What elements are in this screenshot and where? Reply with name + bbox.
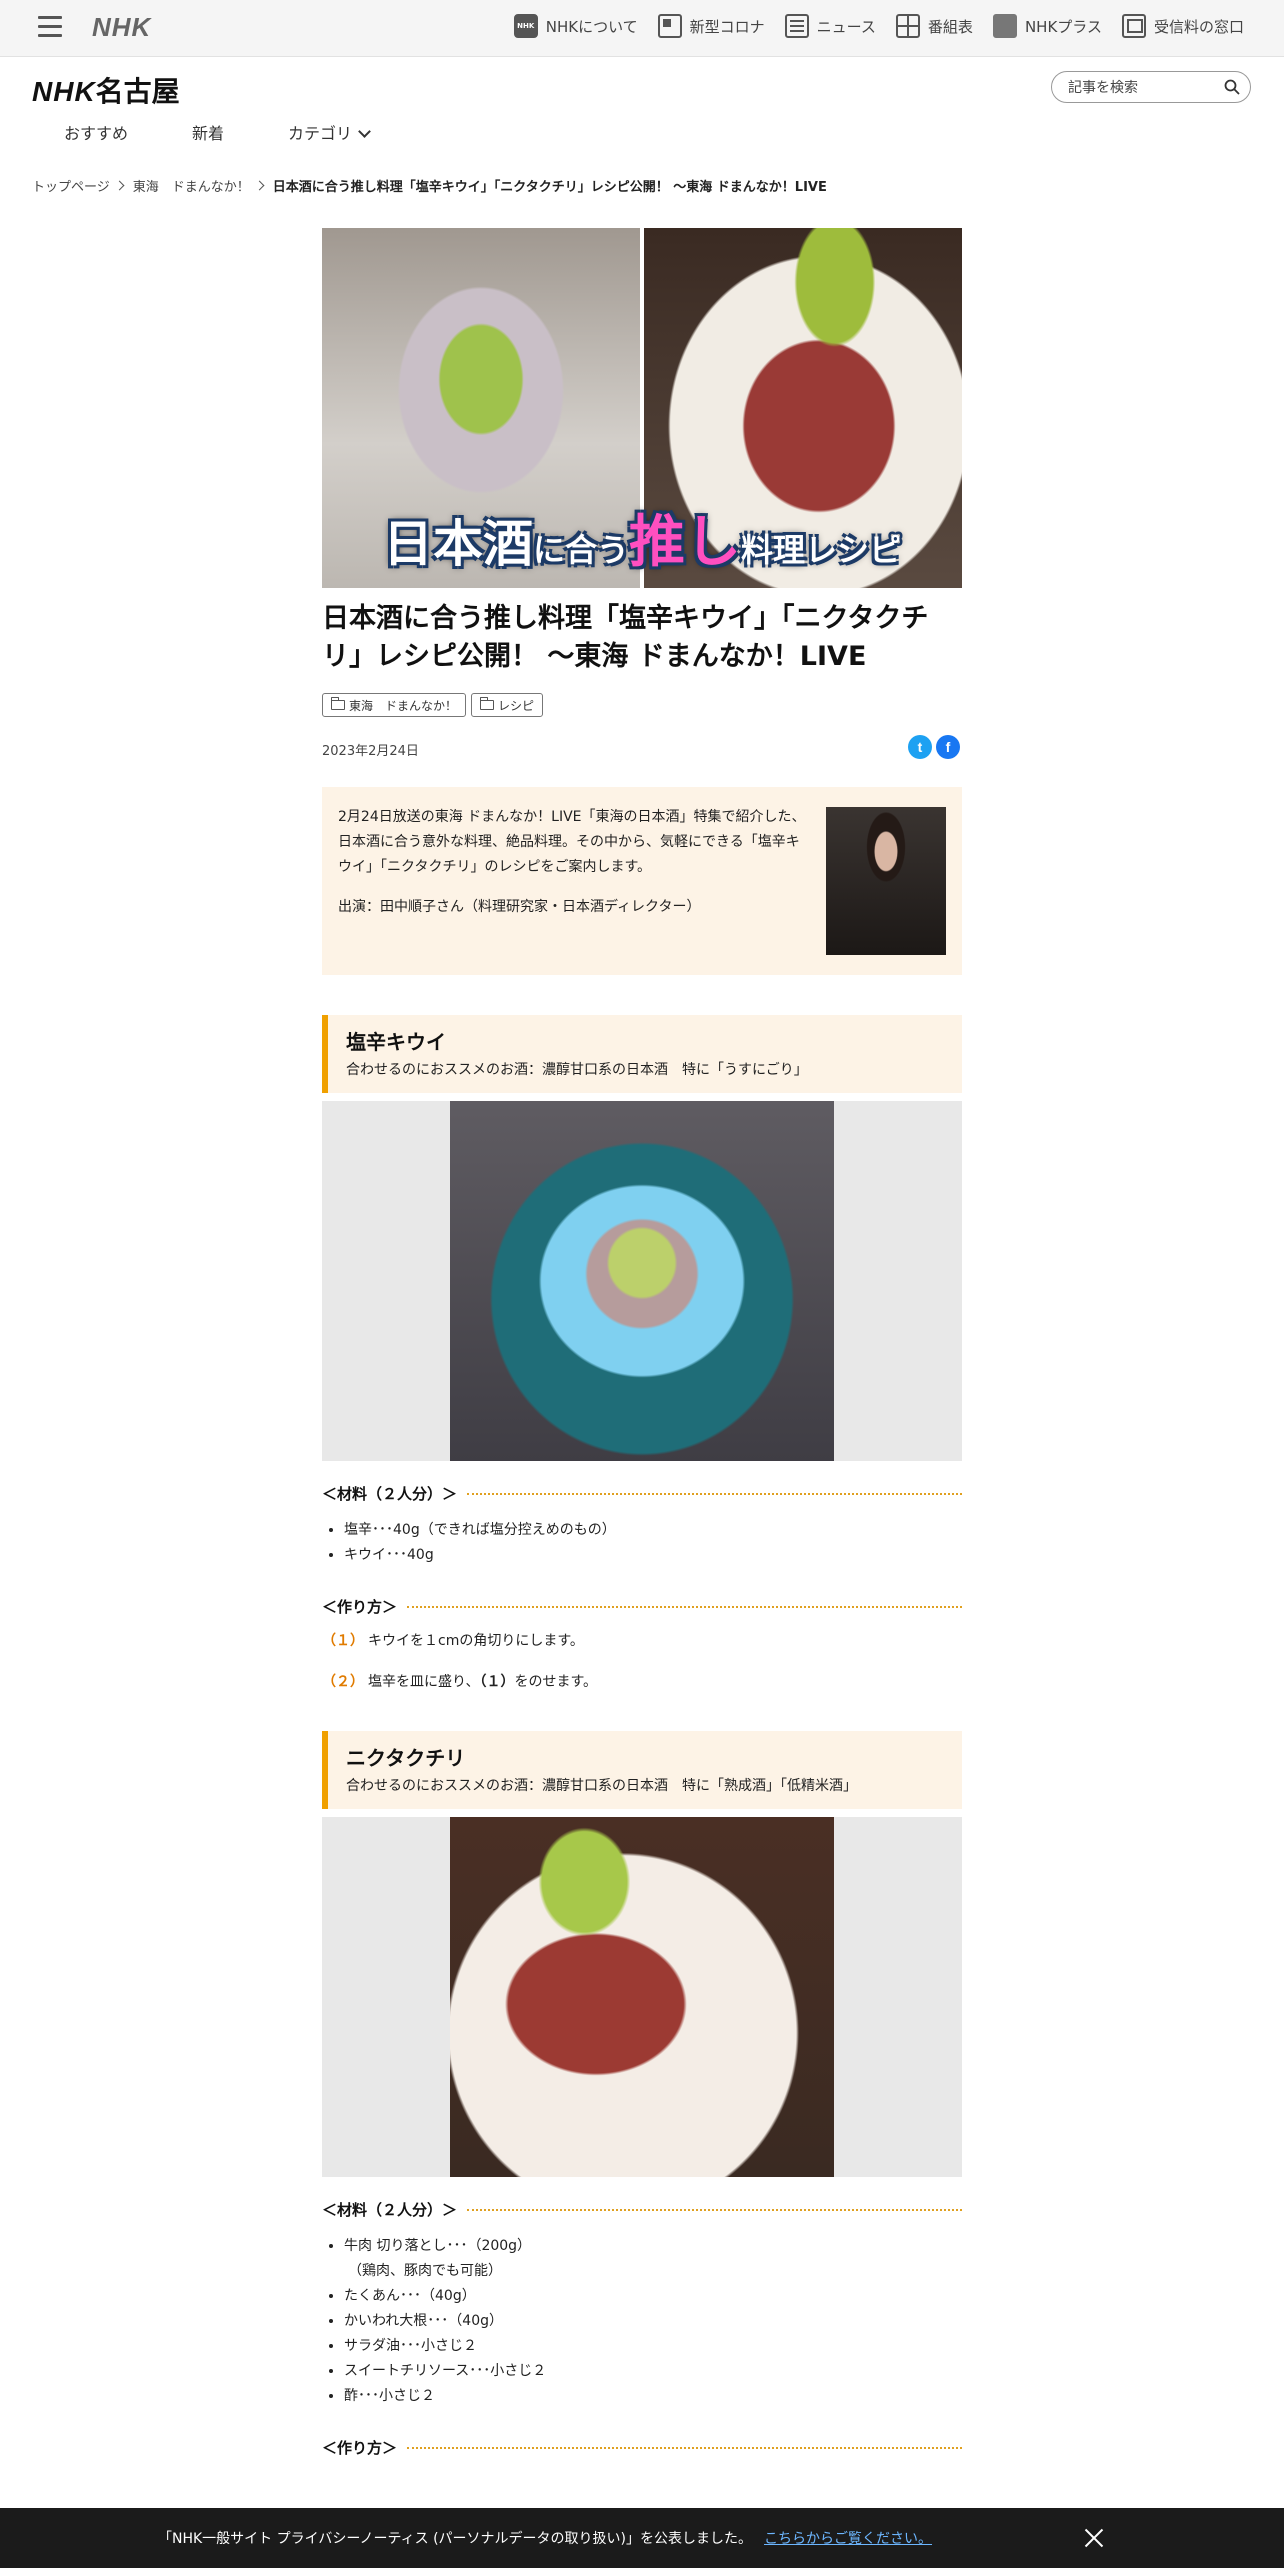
global-nav-nhk-plus[interactable]: NHKプラス <box>992 14 1102 38</box>
global-nav-corona[interactable]: 新型コロナ <box>657 14 765 38</box>
hero-caption: 日本酒に合う推し料理レシピ <box>382 510 902 575</box>
recipe-pairing: 合わせるのにおススメのお酒：濃醇甘口系の日本酒 特に「熟成酒」「低精米酒」 <box>346 1778 857 1794</box>
dotted-divider <box>407 1605 962 1608</box>
list-item: サラダ油･･･小さじ２ <box>344 2334 962 2359</box>
subnav-category[interactable]: カテゴリ <box>288 120 371 144</box>
global-nav-label: NHKプラス <box>1024 17 1102 36</box>
ingredients-heading: ＜材料（２人分）＞ <box>322 2199 962 2220</box>
publish-date: 2023年2月24日 <box>322 744 419 759</box>
global-nav-label: 受信料の窓口 <box>1153 17 1244 36</box>
site-logo-city: 名古屋 <box>95 76 180 107</box>
intro-text: 2月24日放送の東海 ドまんなか！LIVE「東海の日本酒」特集で紹介した、日本酒… <box>338 805 808 920</box>
tag-label: 東海 ドまんなか！ <box>349 698 458 713</box>
recipe-photo-nikutakuchiri <box>450 1817 834 2177</box>
menu-icon[interactable] <box>38 16 64 38</box>
global-nav-news[interactable]: ニュース <box>784 14 876 38</box>
breadcrumb-top[interactable]: トップページ <box>32 176 110 195</box>
privacy-notice-bar: 「NHK一般サイト プライバシーノーティス (パーソナルデータの取り扱い)」を公… <box>0 2508 1284 2568</box>
global-nav-about[interactable]: NHK NHKについて <box>513 14 638 38</box>
site-logo[interactable]: NHK名古屋 <box>32 70 180 110</box>
hero-image: 日本酒に合う推し料理レシピ <box>322 228 962 588</box>
chevron-right-icon <box>254 180 265 191</box>
folder-icon <box>479 697 495 710</box>
ingredients-list: 塩辛･･･40g（できれば塩分控えめのもの） キウイ･･･40g <box>322 1518 962 1568</box>
intro-box: 2月24日放送の東海 ドまんなか！LIVE「東海の日本酒」特集で紹介した、日本酒… <box>322 787 962 975</box>
chevron-right-icon <box>114 180 125 191</box>
privacy-notice-link[interactable]: こちらからご覧ください。 <box>764 2531 932 2547</box>
list-item: 牛肉 切り落とし･･･（200g）（鶏肉、豚肉でも可能） <box>344 2234 962 2284</box>
global-nav-label: ニュース <box>816 17 876 36</box>
search-icon[interactable] <box>1224 79 1240 95</box>
list-item: キウイ･･･40g <box>344 1543 962 1568</box>
tag-label: レシピ <box>498 698 535 713</box>
dotted-divider <box>407 2446 962 2449</box>
steps-heading: ＜作り方＞ <box>322 1596 962 1617</box>
ingredients-heading: ＜材料（２人分）＞ <box>322 1483 962 1504</box>
subnav-category-label: カテゴリ <box>288 124 353 143</box>
list-item: 塩辛･･･40g（できれば塩分控えめのもの） <box>344 1518 962 1543</box>
list-item: スイートチリソース･･･小さじ２ <box>344 2359 962 2384</box>
close-icon[interactable] <box>1084 2528 1104 2548</box>
step-item: （１） キウイを１cmの角切りにします。 <box>322 1633 584 1649</box>
corona-info-icon <box>657 14 682 38</box>
global-nav-label: 番組表 <box>927 17 973 36</box>
global-header: NHK NHK NHKについて 新型コロナ ニュース 番組表 NHKプラス 受信… <box>0 0 1284 57</box>
global-nav-label: 新型コロナ <box>689 17 765 36</box>
dotted-divider <box>467 1492 962 1495</box>
global-nav-fee[interactable]: 受信料の窓口 <box>1121 14 1244 38</box>
global-nav-program-guide[interactable]: 番組表 <box>895 14 973 38</box>
search-input[interactable] <box>1066 77 1220 99</box>
global-nav: NHK NHKについて 新型コロナ ニュース 番組表 NHKプラス 受信料の窓口 <box>513 14 1244 38</box>
article-meta: 2023年2月24日 t f <box>322 731 962 759</box>
recipe-heading-shiokara-kiwi: 塩辛キウイ 合わせるのにおススメのお酒：濃醇甘口系の日本酒 特に「うすにごり」 <box>322 1015 962 1093</box>
nhk-plus-icon <box>992 14 1017 38</box>
ingredients-list: 牛肉 切り落とし･･･（200g）（鶏肉、豚肉でも可能） たくあん･･･（40g… <box>322 2234 962 2409</box>
article-title: 日本酒に合う推し料理「塩辛キウイ」「ニクタクチリ」レシピ公開！ ～東海 ドまんな… <box>322 603 929 672</box>
recipe-heading-nikutakuchiri: ニクタクチリ 合わせるのにおススメのお酒：濃醇甘口系の日本酒 特に「熟成酒」「低… <box>322 1731 962 1809</box>
tag-recipe[interactable]: レシピ <box>471 693 544 717</box>
facebook-icon[interactable]: f <box>936 735 960 759</box>
nhk-icon: NHK <box>513 14 538 38</box>
breadcrumb-current: 日本酒に合う推し料理「塩辛キウイ」「ニクタクチリ」レシピ公開！ ～東海 ドまんな… <box>272 180 827 195</box>
breadcrumb-category[interactable]: 東海 ドまんなか！ <box>133 176 250 195</box>
tag-tokai-domannaka[interactable]: 東海 ドまんなか！ <box>322 693 467 717</box>
intro-cast: 出演：田中順子さん（料理研究家・日本酒ディレクター） <box>338 899 701 915</box>
twitter-icon[interactable]: t <box>908 735 932 759</box>
nhk-logo[interactable]: NHK <box>92 12 151 43</box>
search-box <box>1051 71 1251 103</box>
article: 日本酒に合う推し料理レシピ 日本酒に合う推し料理「塩辛キウイ」「ニクタクチリ」レ… <box>322 228 962 2458</box>
list-item: たくあん･･･（40g） <box>344 2284 962 2309</box>
program-guide-icon <box>895 14 920 38</box>
intro-paragraph: 2月24日放送の東海 ドまんなか！LIVE「東海の日本酒」特集で紹介した、日本酒… <box>338 809 806 875</box>
subnav-recommended[interactable]: おすすめ <box>64 120 128 144</box>
list-item: かいわれ大根･･･（40g） <box>344 2309 962 2334</box>
recipe-photo-frame <box>322 1817 962 2177</box>
folder-icon <box>330 697 345 710</box>
recipe-photo-shiokara-kiwi <box>450 1101 834 1461</box>
global-nav-label: NHKについて <box>545 17 638 36</box>
steps-list: （１） キウイを１cmの角切りにします。 （２） 塩辛を皿に盛り、（１）をのせます。 <box>322 1629 962 1695</box>
news-icon <box>784 14 809 38</box>
recipe-pairing: 合わせるのにおススメのお酒：濃醇甘口系の日本酒 特に「うすにごり」 <box>346 1062 808 1078</box>
dotted-divider <box>467 2208 962 2211</box>
cast-photo <box>826 807 946 955</box>
recipe-photo-frame <box>322 1101 962 1461</box>
chevron-down-icon <box>358 125 371 138</box>
recipe-name: ニクタクチリ <box>346 1746 466 1770</box>
share-buttons: t f <box>908 735 960 759</box>
subnav-latest[interactable]: 新着 <box>192 120 224 144</box>
list-item: 酢･･･小さじ２ <box>344 2384 962 2409</box>
step-item: （２） 塩辛を皿に盛り、（１）をのせます。 <box>322 1674 598 1690</box>
tag-list: 東海 ドまんなか！ レシピ <box>322 693 962 717</box>
recipe-name: 塩辛キウイ <box>346 1030 446 1054</box>
site-subnav: おすすめ 新着 カテゴリ <box>64 120 371 144</box>
breadcrumb: トップページ 東海 ドまんなか！ 日本酒に合う推し料理「塩辛キウイ」「ニクタクチ… <box>32 176 827 195</box>
privacy-notice-text: 「NHK一般サイト プライバシーノーティス (パーソナルデータの取り扱い)」を公… <box>157 2531 933 2547</box>
steps-heading: ＜作り方＞ <box>322 2437 962 2458</box>
fee-window-icon <box>1121 14 1146 38</box>
site-logo-brand: NHK <box>32 76 96 107</box>
